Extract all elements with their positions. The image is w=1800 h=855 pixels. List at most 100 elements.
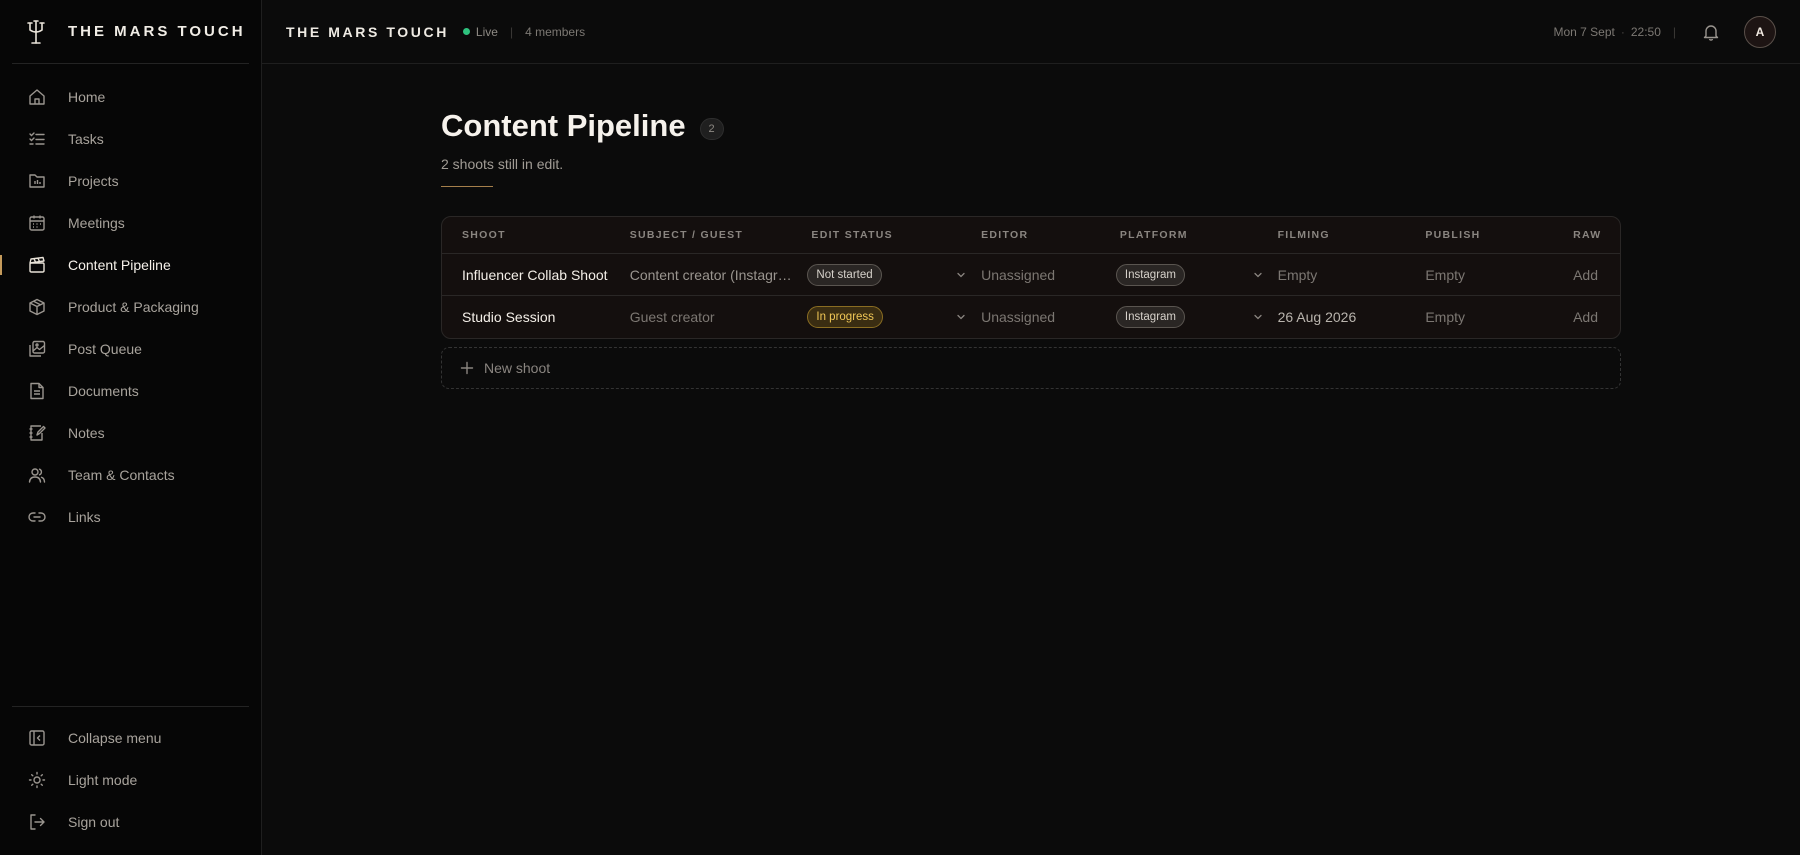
column-header-platform[interactable]: PLATFORM (1116, 229, 1278, 241)
sidebar-item-content-pipeline[interactable]: Content Pipeline (0, 244, 261, 286)
filming-date-cell[interactable]: 26 Aug 2026 (1278, 309, 1426, 325)
tasks-icon (28, 130, 46, 148)
datetime: Mon 7 Sept · 22:50 (1553, 25, 1660, 39)
date-text: Mon 7 Sept (1553, 24, 1615, 39)
sidebar-item-links[interactable]: Links (0, 496, 261, 538)
sidebar: THE MARS TOUCH Home Tasks Projects Meeti… (0, 0, 262, 855)
column-header-editor[interactable]: EDITOR (981, 229, 1116, 241)
live-dot-icon (462, 28, 470, 35)
sidebar-item-projects[interactable]: Projects (0, 160, 261, 202)
table-header: SHOOT SUBJECT / GUEST EDIT STATUS EDITOR… (442, 217, 1620, 254)
collapse-icon (28, 729, 46, 747)
chevron-down-icon (957, 272, 965, 277)
sidebar-item-label: Home (68, 89, 106, 105)
column-header-publish[interactable]: PUBLISH (1425, 229, 1573, 241)
chevron-down-icon (1253, 314, 1262, 320)
topbar-separator: | (509, 24, 514, 39)
link-icon (28, 508, 46, 526)
live-label: Live (475, 24, 498, 39)
images-icon (28, 340, 46, 358)
platform-badge: Instagram (1115, 263, 1186, 286)
trident-logo-icon (27, 19, 45, 44)
column-header-filming[interactable]: FILMING (1278, 229, 1426, 241)
publish-date-cell[interactable]: Empty (1425, 309, 1573, 325)
plus-icon (460, 361, 474, 375)
clapperboard-icon (28, 256, 46, 274)
sidebar-item-label: Content Pipeline (68, 257, 171, 273)
sidebar-item-label: Product & Packaging (68, 299, 199, 315)
sidebar-item-team-contacts[interactable]: Team & Contacts (0, 454, 261, 496)
time-text: 22:50 (1630, 24, 1661, 39)
avatar[interactable]: A (1744, 15, 1776, 48)
sidebar-item-home[interactable]: Home (0, 76, 261, 118)
sidebar-nav: Home Tasks Projects Meetings Content Pip… (0, 64, 261, 538)
sidebar-item-notes[interactable]: Notes (0, 412, 261, 454)
column-header-shoot[interactable]: SHOOT (442, 229, 630, 241)
light-mode-button[interactable]: Light mode (0, 759, 261, 801)
notes-icon (28, 424, 46, 442)
collapse-menu-label: Collapse menu (68, 730, 162, 746)
sidebar-item-label: Team & Contacts (68, 467, 175, 483)
folder-icon (28, 172, 46, 190)
page-title: Content Pipeline (441, 108, 686, 143)
page-subtitle: 2 shoots still in edit. (441, 156, 564, 172)
subject-cell[interactable]: Content creator (Instagram) (630, 267, 804, 283)
sidebar-item-label: Notes (68, 425, 105, 441)
table-row[interactable]: Influencer Collab Shoot Content creator … (442, 254, 1620, 296)
sun-icon (28, 771, 46, 789)
filming-date-cell[interactable]: Empty (1278, 267, 1426, 283)
brand[interactable]: THE MARS TOUCH (12, 0, 249, 64)
sidebar-item-label: Post Queue (68, 341, 142, 357)
sidebar-item-documents[interactable]: Documents (0, 370, 261, 412)
column-header-subject[interactable]: SUBJECT / GUEST (630, 229, 804, 241)
shoot-name[interactable]: Studio Session (442, 309, 630, 325)
chevron-down-icon (1253, 272, 1262, 277)
users-icon (28, 466, 46, 484)
member-count[interactable]: 4 members (525, 25, 585, 39)
publish-date-cell[interactable]: Empty (1425, 267, 1573, 283)
platform-badge: Instagram (1115, 306, 1186, 328)
document-icon (28, 382, 46, 400)
chevron-down-icon (957, 314, 965, 320)
raw-add-link[interactable]: Add (1573, 267, 1620, 283)
editor-cell[interactable]: Unassigned (981, 309, 1116, 325)
table-row[interactable]: Studio Session Guest creator In progress… (442, 296, 1620, 338)
status-badge: In progress (807, 306, 883, 328)
light-mode-label: Light mode (68, 772, 138, 788)
bell-icon[interactable] (1702, 23, 1720, 41)
edit-status-select[interactable]: Not started (803, 263, 981, 286)
sidebar-bottom: Collapse menu Light mode Sign out (0, 706, 261, 855)
platform-select[interactable]: Instagram (1115, 263, 1278, 286)
editor-cell[interactable]: Unassigned (981, 267, 1116, 283)
subject-text: Guest creator (629, 309, 715, 325)
column-header-edit-status[interactable]: EDIT STATUS (803, 229, 981, 241)
new-shoot-button[interactable]: New shoot (441, 347, 1621, 389)
sidebar-item-label: Documents (68, 383, 139, 399)
column-header-raw[interactable]: RAW (1573, 229, 1620, 241)
edit-status-select[interactable]: In progress (803, 306, 981, 328)
new-shoot-label: New shoot (484, 360, 551, 376)
sidebar-item-label: Projects (68, 173, 119, 189)
title-row: Content Pipeline 2 (441, 108, 1621, 144)
shoot-name[interactable]: Influencer Collab Shoot (442, 267, 630, 283)
subject-cell[interactable]: Guest creator (630, 309, 804, 325)
topbar: THE MARS TOUCH Live | 4 members Mon 7 Se… (262, 0, 1800, 64)
raw-add-link[interactable]: Add (1573, 309, 1620, 325)
sign-out-button[interactable]: Sign out (0, 801, 261, 843)
home-icon (28, 88, 46, 106)
platform-select[interactable]: Instagram (1115, 306, 1278, 328)
sidebar-item-post-queue[interactable]: Post Queue (0, 328, 261, 370)
content-area: Content Pipeline 2 2 shoots still in edi… (441, 64, 1621, 389)
brand-name: THE MARS TOUCH (68, 23, 246, 40)
main: THE MARS TOUCH Live | 4 members Mon 7 Se… (262, 0, 1800, 855)
collapse-menu-button[interactable]: Collapse menu (0, 717, 261, 759)
sidebar-item-product-packaging[interactable]: Product & Packaging (0, 286, 261, 328)
sidebar-item-label: Tasks (68, 131, 104, 147)
accent-divider (441, 186, 493, 187)
sign-out-label: Sign out (68, 814, 120, 830)
sign-out-icon (28, 813, 46, 831)
workspace-name: THE MARS TOUCH (286, 23, 449, 40)
subject-text: Content creator (Instagram) (629, 266, 792, 283)
sidebar-item-tasks[interactable]: Tasks (0, 118, 261, 160)
sidebar-item-meetings[interactable]: Meetings (0, 202, 261, 244)
